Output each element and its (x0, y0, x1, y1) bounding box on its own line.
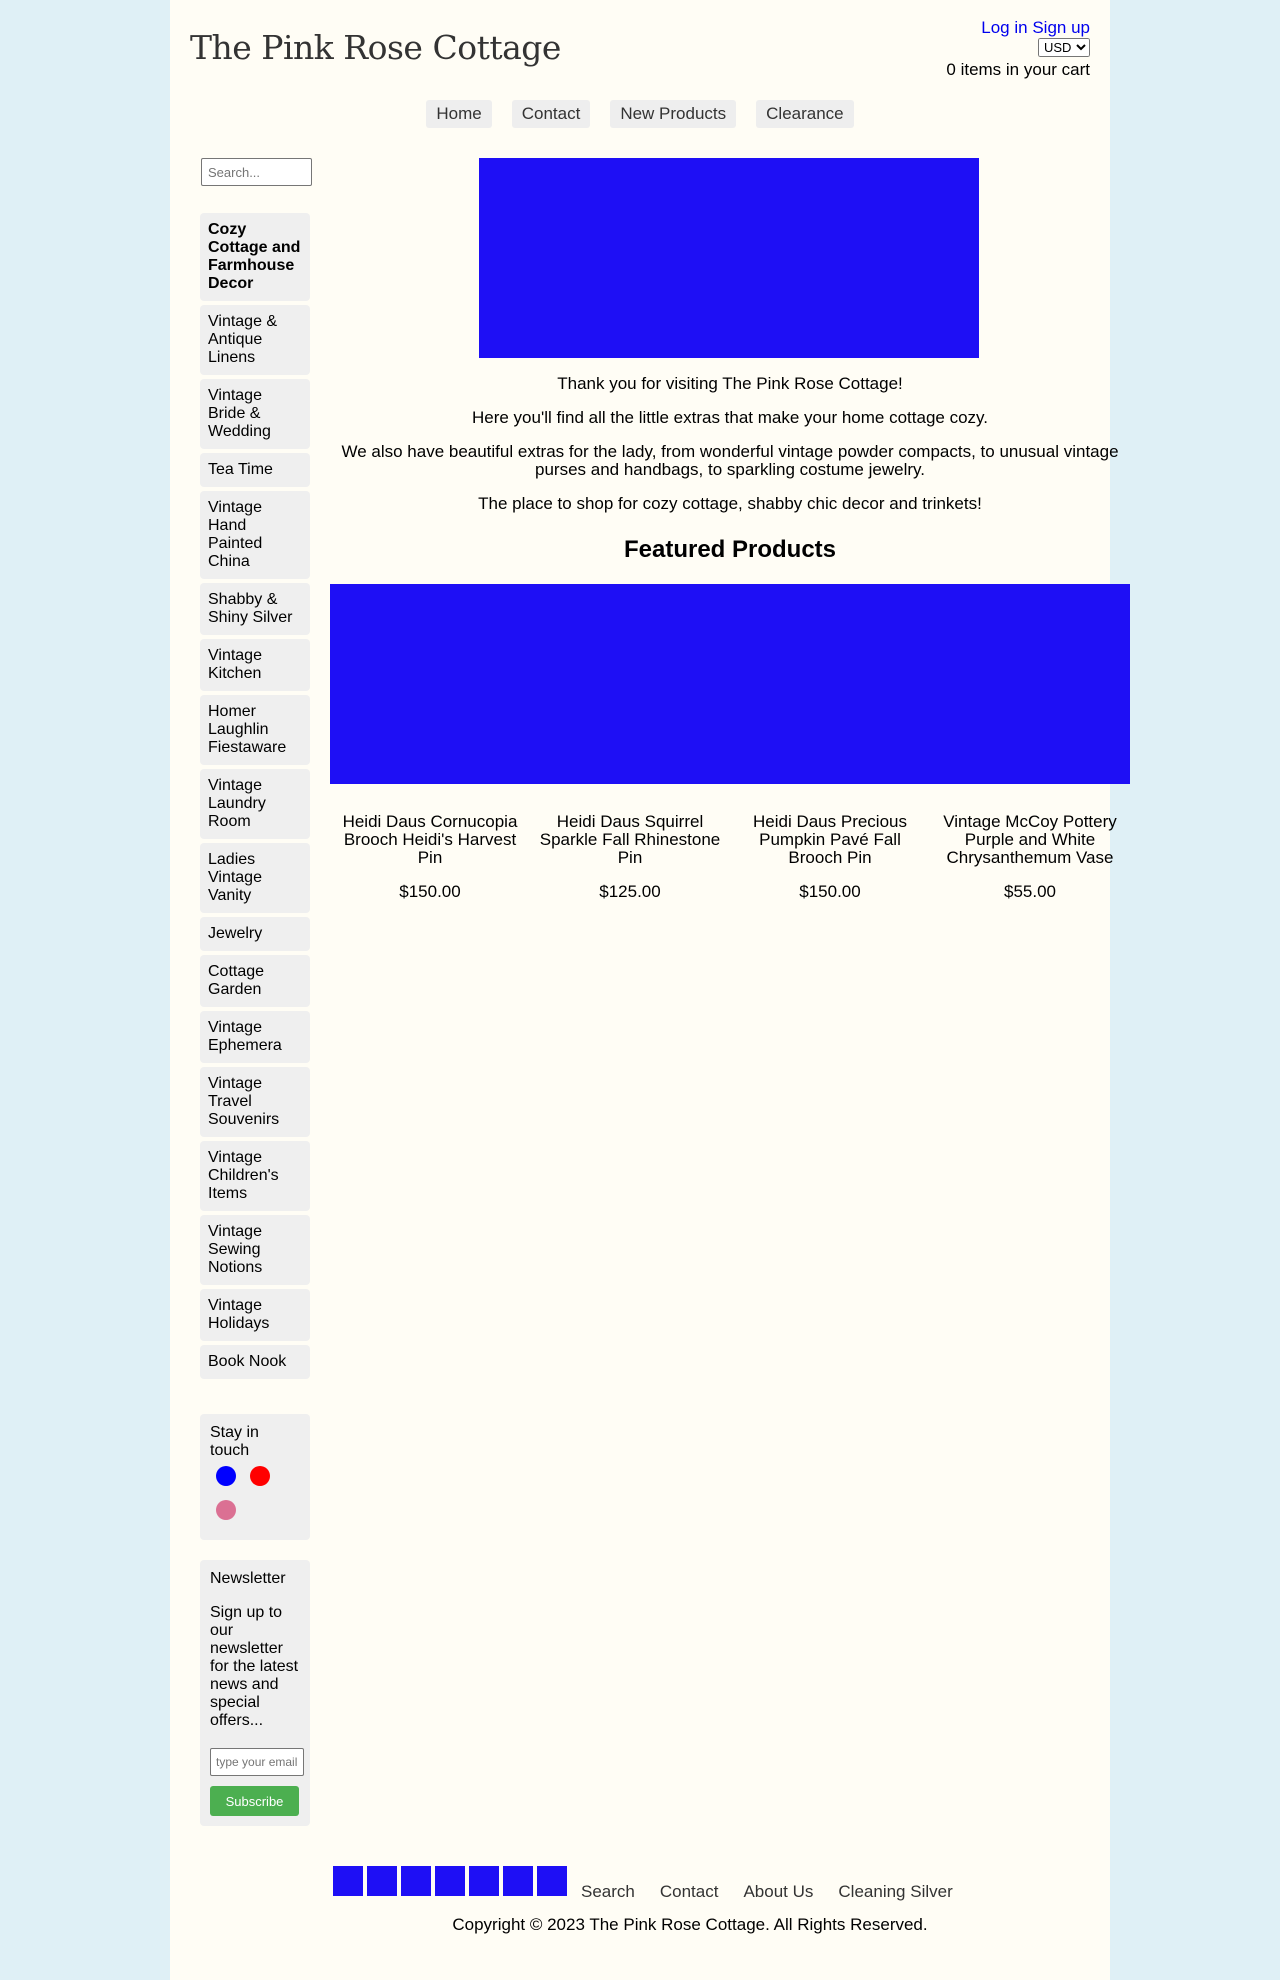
newsletter-email-input[interactable] (210, 1748, 304, 1776)
payment-icon (401, 1866, 431, 1896)
nav-contact[interactable]: Contact (511, 100, 591, 128)
payment-icon (469, 1866, 499, 1896)
hero-image (479, 158, 979, 358)
newsletter-text: Sign up to our newsletter for the latest… (210, 1604, 299, 1729)
facebook-icon[interactable] (216, 1466, 236, 1486)
footer-links: Search Contact About Us Cleaning Silver (581, 1882, 953, 1902)
category-item[interactable]: Vintage & Antique Linens (200, 305, 310, 375)
intro-text: Thank you for visiting The Pink Rose Cot… (330, 375, 1130, 529)
intro-paragraph: We also have beautiful extras for the la… (341, 442, 1119, 479)
product-price: $125.00 (599, 882, 661, 901)
payment-icon (503, 1866, 533, 1896)
featured-title: Featured Products (623, 536, 837, 563)
product-card[interactable]: Heidi Daus Precious Pumpkin Pavé Fall Br… (730, 813, 930, 901)
search-input[interactable] (201, 158, 312, 186)
payment-icon (367, 1866, 397, 1896)
category-item[interactable]: Vintage Kitchen (200, 639, 310, 691)
product-card[interactable]: Heidi Daus Cornucopia Brooch Heidi's Har… (330, 813, 530, 901)
copyright: Copyright © 2023 The Pink Rose Cottage. … (452, 1915, 928, 1934)
site-title[interactable]: The Pink Rose Cottage (190, 28, 561, 67)
category-item[interactable]: Tea Time (200, 453, 310, 487)
product-name[interactable]: Heidi Daus Squirrel Sparkle Fall Rhinest… (533, 813, 727, 867)
product-price: $150.00 (399, 882, 461, 901)
category-item[interactable]: Cottage Garden (200, 955, 310, 1007)
intro-paragraph: Here you'll find all the little extras t… (471, 408, 988, 427)
category-item[interactable]: Vintage Sewing Notions (200, 1215, 310, 1285)
category-item[interactable]: Vintage Holidays (200, 1289, 310, 1341)
page-container: The Pink Rose Cottage Log in Sign up USD… (170, 0, 1130, 1980)
category-list: Cozy Cottage and Farmhouse Decor Vintage… (200, 213, 310, 1383)
intro-paragraph: The place to shop for cozy cottage, shab… (478, 494, 982, 513)
main-nav: Home Contact New Products Clearance (170, 100, 1110, 128)
featured-products-image[interactable] (330, 584, 1130, 784)
stay-in-touch-box: Stay in touch (200, 1414, 310, 1540)
product-price: $150.00 (799, 882, 861, 901)
category-item[interactable]: Shabby & Shiny Silver (200, 583, 310, 635)
footer-link-cleaning-silver[interactable]: Cleaning Silver (838, 1882, 952, 1902)
login-link[interactable]: Log in (981, 18, 1027, 37)
product-grid: Heidi Daus Cornucopia Brooch Heidi's Har… (330, 813, 1130, 901)
category-item[interactable]: Vintage Ephemera (200, 1011, 310, 1063)
instagram-icon[interactable] (216, 1500, 236, 1520)
footer-link-search[interactable]: Search (581, 1882, 635, 1902)
account-area: Log in Sign up USD 0 items in your cart (946, 18, 1090, 80)
social-links (210, 1466, 300, 1520)
product-name[interactable]: Vintage McCoy Pottery Purple and White C… (933, 813, 1127, 867)
subscribe-button[interactable]: Subscribe (210, 1786, 299, 1816)
nav-clearance[interactable]: Clearance (756, 100, 854, 128)
payment-icon (333, 1866, 363, 1896)
nav-new-products[interactable]: New Products (610, 100, 737, 128)
newsletter-title: Newsletter (210, 1570, 286, 1587)
cart-status[interactable]: 0 items in your cart (946, 60, 1090, 80)
category-item[interactable]: Homer Laughlin Fiestaware (200, 695, 310, 765)
category-item[interactable]: Book Nook (200, 1345, 310, 1379)
product-card[interactable]: Heidi Daus Squirrel Sparkle Fall Rhinest… (530, 813, 730, 901)
category-item[interactable]: Vintage Laundry Room (200, 769, 310, 839)
newsletter-box: Newsletter Sign up to our newsletter for… (200, 1560, 310, 1826)
category-item[interactable]: Vintage Bride & Wedding (200, 379, 310, 449)
category-item[interactable]: Vintage Travel Souvenirs (200, 1067, 310, 1137)
nav-home[interactable]: Home (426, 100, 492, 128)
currency-select[interactable]: USD (1038, 38, 1090, 57)
category-item[interactable]: Vintage Children's Items (200, 1141, 310, 1211)
footer: Search Contact About Us Cleaning Silver (333, 1866, 953, 1901)
signup-link[interactable]: Sign up (1032, 18, 1090, 37)
product-price: $55.00 (1004, 882, 1056, 901)
payment-icon (435, 1866, 465, 1896)
pinterest-icon[interactable] (250, 1466, 270, 1486)
product-name[interactable]: Heidi Daus Cornucopia Brooch Heidi's Har… (333, 813, 527, 867)
category-item[interactable]: Jewelry (200, 917, 310, 951)
payment-icon (537, 1866, 567, 1896)
category-item[interactable]: Ladies Vintage Vanity (200, 843, 310, 913)
category-item[interactable]: Cozy Cottage and Farmhouse Decor (200, 213, 310, 301)
product-card[interactable]: Vintage McCoy Pottery Purple and White C… (930, 813, 1130, 901)
intro-paragraph: Thank you for visiting The Pink Rose Cot… (557, 374, 903, 393)
product-name[interactable]: Heidi Daus Precious Pumpkin Pavé Fall Br… (733, 813, 927, 867)
stay-in-touch-title: Stay in touch (210, 1424, 259, 1459)
category-item[interactable]: Vintage Hand Painted China (200, 491, 310, 579)
footer-link-contact[interactable]: Contact (660, 1882, 719, 1902)
footer-link-about-us[interactable]: About Us (743, 1882, 813, 1902)
